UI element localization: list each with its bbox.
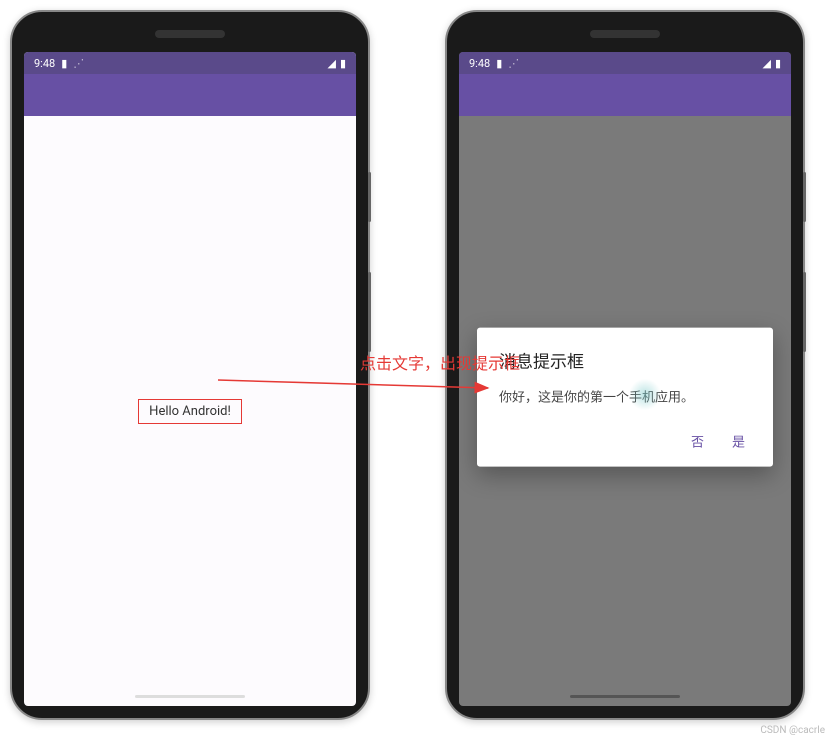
screen-content: 消息提示框 你好，这是你的第一个手机应用。 否 是 [459, 116, 791, 706]
speaker-grille [590, 30, 660, 38]
hello-android-text[interactable]: Hello Android! [138, 399, 242, 424]
power-button [803, 172, 806, 222]
status-battery-icon: ▮ [61, 57, 67, 70]
signal-icon: ◢ [327, 57, 335, 70]
watermark: CSDN @cacrle [760, 725, 825, 736]
dialog-yes-button[interactable]: 是 [732, 432, 745, 451]
volume-button [803, 272, 806, 352]
status-wifi-icon: ⋰ [73, 57, 84, 70]
dialog-buttons: 否 是 [499, 426, 751, 459]
alert-dialog: 消息提示框 你好，这是你的第一个手机应用。 否 是 [477, 328, 773, 467]
nav-bar-gesture[interactable] [570, 695, 680, 698]
signal-icon: ◢ [762, 57, 770, 70]
speaker-grille [155, 30, 225, 38]
dialog-message-text: 你好，这是你的第一个手机应用。 [499, 391, 694, 406]
status-wifi-icon: ⋰ [508, 57, 519, 70]
status-bar: 9:48 ▮ ⋰ ◢ ▮ [459, 52, 791, 74]
phone-left: 9:48 ▮ ⋰ ◢ ▮ Hello Android! [10, 10, 370, 720]
app-bar [459, 74, 791, 116]
status-time: 9:48 [34, 57, 55, 70]
status-time: 9:48 [469, 57, 490, 70]
status-battery-icon: ▮ [496, 57, 502, 70]
phone-right: 9:48 ▮ ⋰ ◢ ▮ 消息提示框 你好，这是你的第一个手机应用。 [445, 10, 805, 720]
dialog-no-button[interactable]: 否 [691, 432, 704, 451]
battery-icon: ▮ [340, 57, 346, 70]
dialog-message: 你好，这是你的第一个手机应用。 [499, 387, 751, 406]
app-bar [24, 74, 356, 116]
power-button [368, 172, 371, 222]
screen-left: 9:48 ▮ ⋰ ◢ ▮ Hello Android! [24, 52, 356, 706]
dialog-title: 消息提示框 [499, 348, 751, 373]
battery-icon: ▮ [775, 57, 781, 70]
nav-bar-gesture[interactable] [135, 695, 245, 698]
volume-button [368, 272, 371, 352]
status-bar: 9:48 ▮ ⋰ ◢ ▮ [24, 52, 356, 74]
screen-right: 9:48 ▮ ⋰ ◢ ▮ 消息提示框 你好，这是你的第一个手机应用。 [459, 52, 791, 706]
screen-content: Hello Android! [24, 116, 356, 706]
